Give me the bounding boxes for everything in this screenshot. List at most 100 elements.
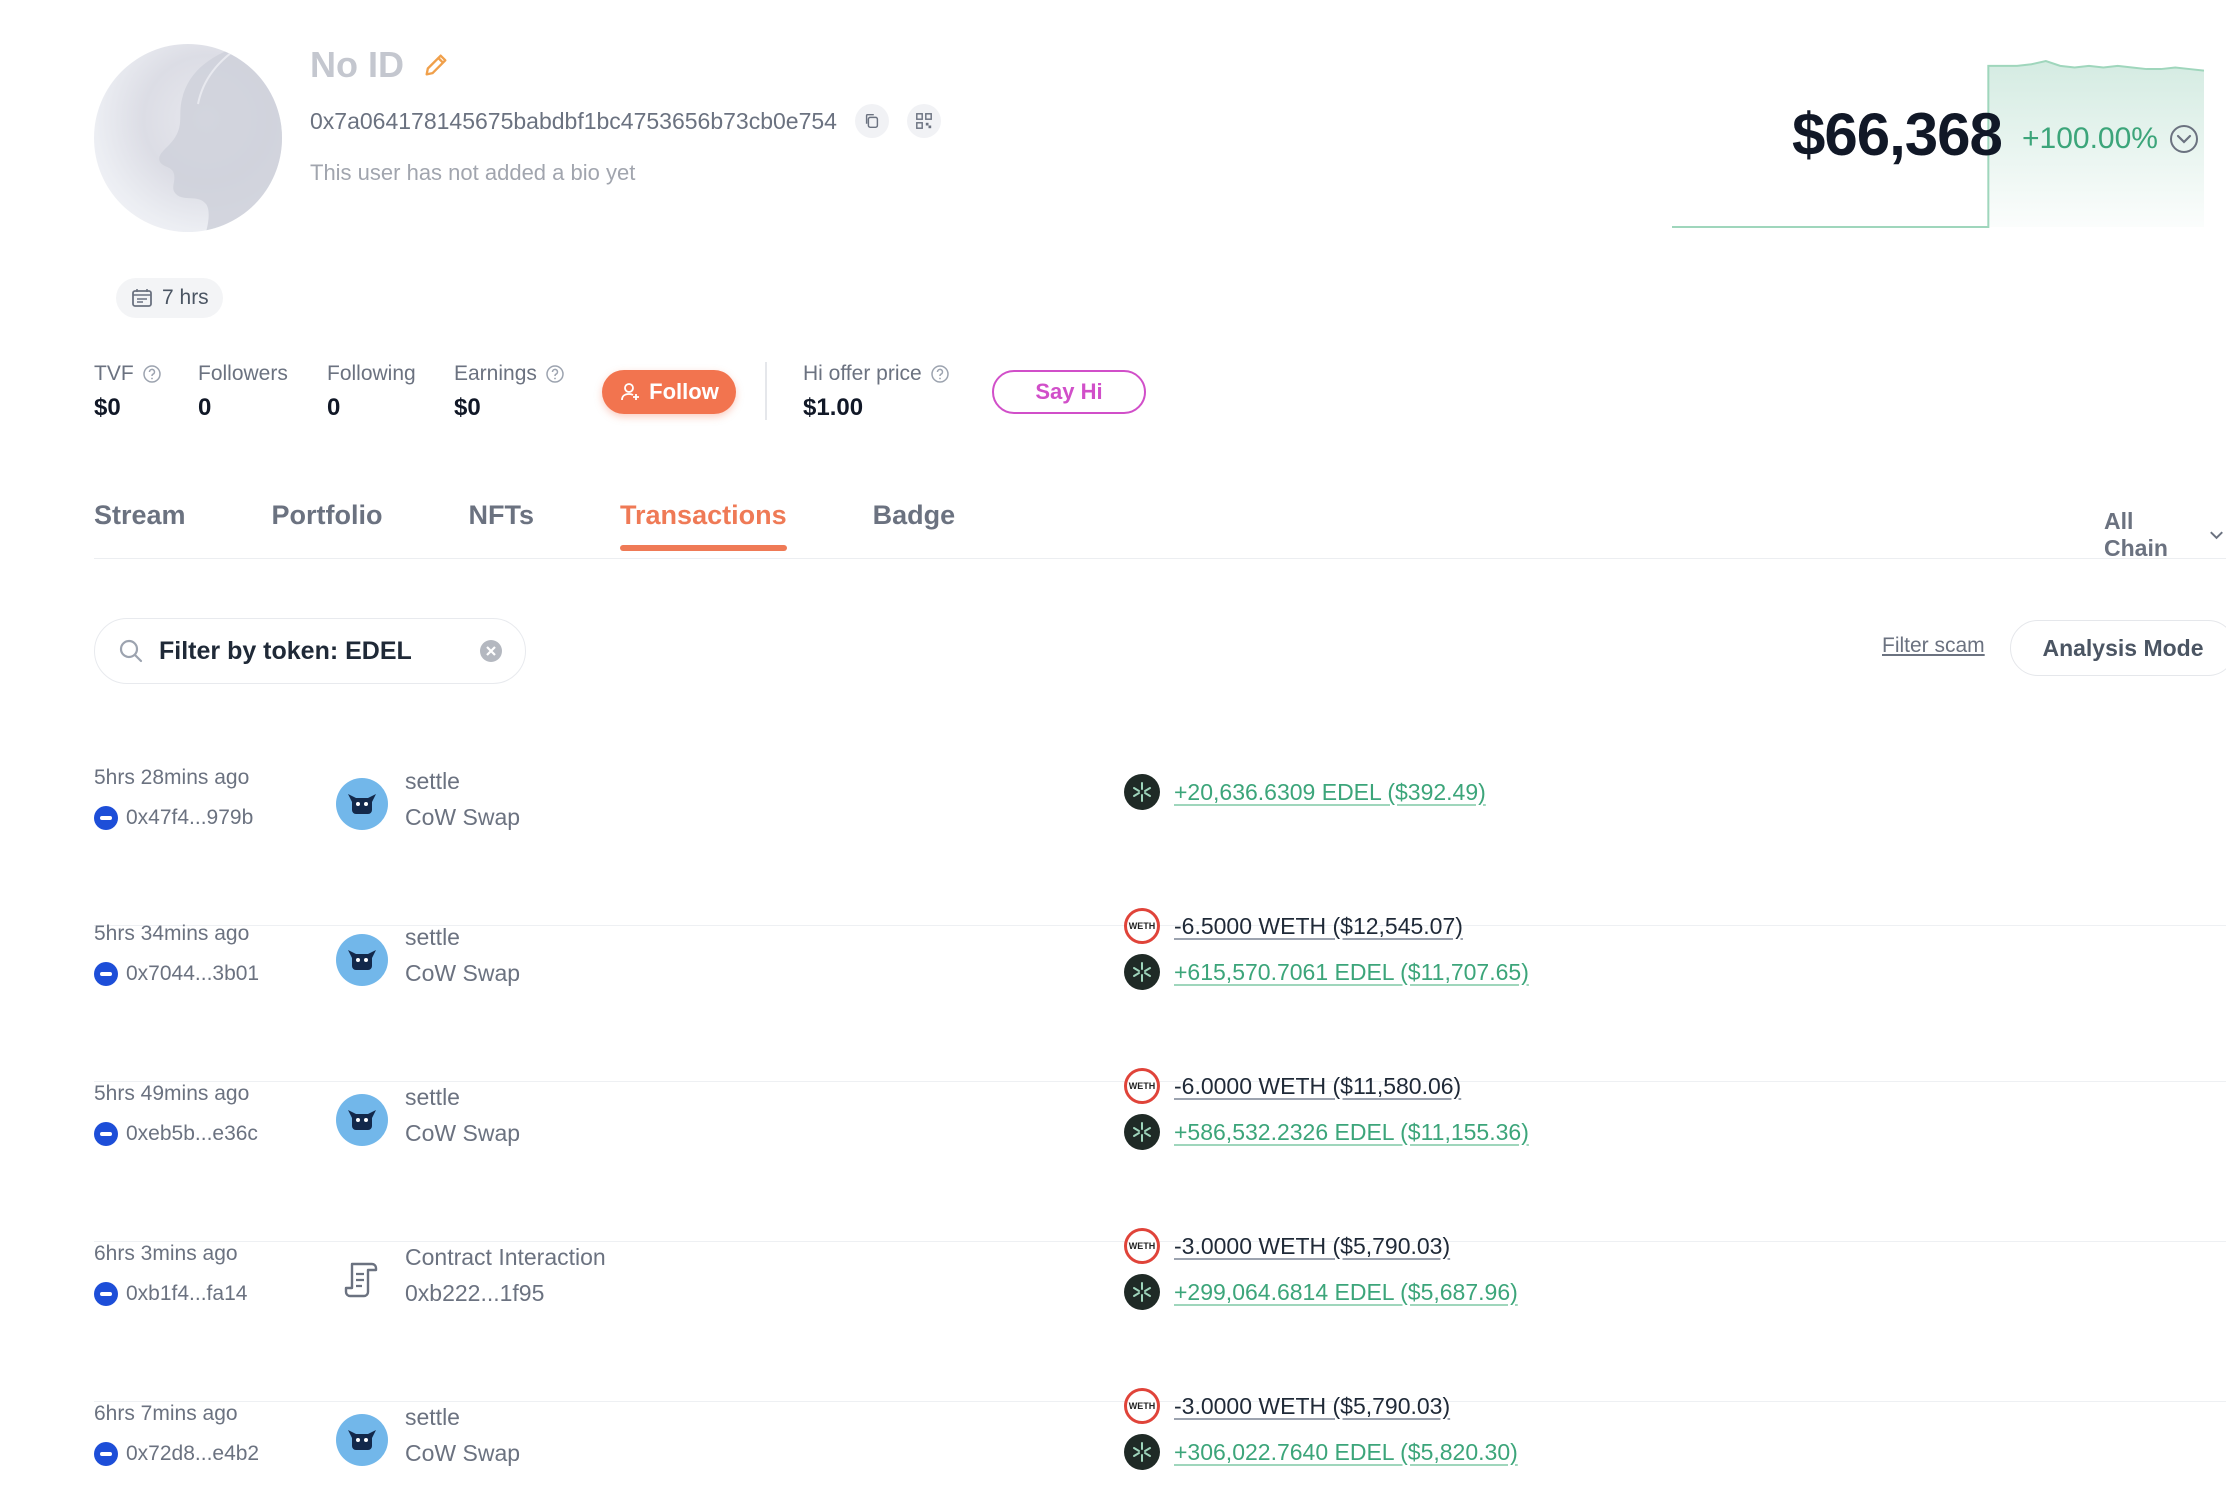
ethereum-chain-icon (94, 962, 118, 986)
balance-change-row: +100.00% (2022, 122, 2200, 156)
tab-transactions[interactable]: Transactions (620, 500, 787, 551)
weth-icon: WETH (1124, 908, 1160, 944)
follow-button[interactable]: Follow (602, 370, 736, 414)
tx-token-changes: WETH -6.0000 WETH ($11,580.06) +586,532.23… (1124, 1068, 1529, 1150)
table-row[interactable]: 5hrs 49mins ago 0xeb5b...e36c settle CoW… (94, 1068, 2226, 1242)
tx-time: 5hrs 34mins ago (94, 922, 250, 945)
tx-protocol: CoW Swap (405, 1440, 521, 1466)
stat-hi-offer-value: $1.00 (803, 394, 864, 421)
token-amount[interactable]: +306,022.7640 EDEL ($5,820.30) (1174, 1439, 1518, 1466)
token-change[interactable]: WETH -3.0000 WETH ($5,790.03) (1124, 1388, 1518, 1424)
token-filter-input[interactable] (159, 636, 459, 666)
edel-icon (1124, 1274, 1160, 1310)
tx-time: 6hrs 3mins ago (94, 1242, 238, 1265)
token-amount[interactable]: -6.0000 WETH ($11,580.06) (1174, 1073, 1461, 1100)
ethereum-chain-icon (94, 1282, 118, 1306)
cow-icon (336, 1414, 388, 1466)
stat-following-label: Following (327, 362, 416, 385)
token-change[interactable]: WETH -3.0000 WETH ($5,790.03) (1124, 1228, 1518, 1264)
tx-time: 5hrs 49mins ago (94, 1082, 250, 1105)
token-amount[interactable]: -3.0000 WETH ($5,790.03) (1174, 1393, 1450, 1420)
wallet-address-row: 0x7a064178145675babdbf1bc4753656b73cb0e7… (310, 104, 941, 138)
analysis-mode-button[interactable]: Analysis Mode (2010, 620, 2226, 676)
tabs-divider (94, 558, 2226, 559)
token-change[interactable]: +20,636.6309 EDEL ($392.49) (1124, 774, 1486, 810)
clear-icon[interactable] (479, 639, 503, 663)
token-change[interactable]: WETH -6.5000 WETH ($12,545.07) (1124, 908, 1529, 944)
stat-followers-value: 0 (198, 394, 212, 421)
tx-hash-row[interactable]: 0xb1f4...fa14 (94, 1282, 247, 1306)
chain-select-label: All Chain (2104, 508, 2168, 561)
edel-icon (1124, 954, 1160, 990)
token-amount[interactable]: +615,570.7061 EDEL ($11,707.65) (1174, 959, 1529, 986)
cow-icon (336, 778, 388, 830)
filter-scam-link[interactable]: Filter scam (1882, 634, 1985, 658)
active-time-badge: 7 hrs (116, 278, 223, 318)
token-amount[interactable]: +20,636.6309 EDEL ($392.49) (1174, 779, 1486, 806)
search-icon (119, 639, 143, 663)
stat-hi-offer: Hi offer price $1.00 (803, 362, 950, 422)
token-amount[interactable]: +586,532.2326 EDEL ($11,155.36) (1174, 1119, 1529, 1146)
cow-icon (336, 1094, 388, 1146)
help-icon[interactable] (142, 364, 162, 384)
tab-badge[interactable]: Badge (873, 500, 956, 551)
token-amount[interactable]: -6.5000 WETH ($12,545.07) (1174, 913, 1463, 940)
ethereum-chain-icon (94, 806, 118, 830)
cow-icon (336, 934, 388, 986)
tx-token-changes: WETH -6.5000 WETH ($12,545.07) +615,570.70… (1124, 908, 1529, 990)
profile-name: No ID (310, 44, 404, 85)
tx-hash-row[interactable]: 0x47f4...979b (94, 806, 253, 830)
profile-name-row: No ID (310, 44, 450, 86)
table-row[interactable]: 5hrs 28mins ago 0x47f4...979b settle CoW… (94, 766, 2226, 926)
tab-stream[interactable]: Stream (94, 500, 186, 551)
tx-hash-row[interactable]: 0x72d8...e4b2 (94, 1442, 259, 1466)
say-hi-button[interactable]: Say Hi (992, 370, 1146, 414)
edel-icon (1124, 1434, 1160, 1470)
qr-code-icon (916, 113, 932, 129)
tx-protocol: 0xb222...1f95 (405, 1280, 545, 1306)
chain-select[interactable]: All Chain (2104, 508, 2226, 562)
stat-following[interactable]: Following 0 (327, 362, 416, 422)
token-change[interactable]: +615,570.7061 EDEL ($11,707.65) (1124, 954, 1529, 990)
wallet-address: 0x7a064178145675babdbf1bc4753656b73cb0e7… (310, 107, 837, 134)
profile-bio: This user has not added a bio yet (310, 160, 636, 185)
weth-icon: WETH (1124, 1228, 1160, 1264)
qr-code-button[interactable] (906, 104, 941, 138)
tx-time: 6hrs 7mins ago (94, 1402, 238, 1425)
tab-portfolio[interactable]: Portfolio (272, 500, 383, 551)
help-icon[interactable] (930, 364, 950, 384)
weth-icon: WETH (1124, 1068, 1160, 1104)
stat-tvf-value: $0 (94, 394, 121, 421)
stat-followers[interactable]: Followers 0 (198, 362, 288, 422)
tx-action: settle (405, 1084, 460, 1110)
edit-pencil-icon[interactable] (422, 51, 450, 79)
tx-token-changes: WETH -3.0000 WETH ($5,790.03) +299,064.681… (1124, 1228, 1518, 1310)
tab-nfts[interactable]: NFTs (469, 500, 535, 551)
avatar-silhouette-icon (159, 44, 282, 232)
stat-following-value: 0 (327, 394, 341, 421)
table-row[interactable]: 6hrs 3mins ago 0xb1f4...fa14 Contract In… (94, 1228, 2226, 1402)
contract-icon (336, 1254, 388, 1306)
stat-tvf: TVF $0 (94, 362, 162, 422)
stat-earnings-value: $0 (454, 394, 481, 421)
token-change[interactable]: WETH -6.0000 WETH ($11,580.06) (1124, 1068, 1529, 1104)
user-plus-icon (621, 383, 640, 401)
tx-action: settle (405, 768, 460, 794)
tx-hash-row[interactable]: 0xeb5b...e36c (94, 1122, 258, 1146)
avatar (94, 44, 282, 232)
tx-action: settle (405, 1404, 460, 1430)
help-icon[interactable] (545, 364, 565, 384)
tx-hash-row[interactable]: 0x7044...3b01 (94, 962, 259, 986)
token-amount[interactable]: +299,064.6814 EDEL ($5,687.96) (1174, 1279, 1518, 1306)
chevron-down-circle-icon[interactable] (2168, 123, 2200, 155)
token-change[interactable]: +299,064.6814 EDEL ($5,687.96) (1124, 1274, 1518, 1310)
tx-hash: 0xb1f4...fa14 (126, 1282, 248, 1305)
token-amount[interactable]: -3.0000 WETH ($5,790.03) (1174, 1233, 1450, 1260)
tx-hash: 0x72d8...e4b2 (126, 1442, 260, 1465)
table-row[interactable]: 6hrs 7mins ago 0x72d8...e4b2 settle CoW … (94, 1388, 2226, 1492)
token-change[interactable]: +586,532.2326 EDEL ($11,155.36) (1124, 1114, 1529, 1150)
table-row[interactable]: 5hrs 34mins ago 0x7044...3b01 settle CoW… (94, 908, 2226, 1082)
copy-address-button[interactable] (854, 104, 889, 138)
token-change[interactable]: +306,022.7640 EDEL ($5,820.30) (1124, 1434, 1518, 1470)
tx-protocol: CoW Swap (405, 1120, 521, 1146)
